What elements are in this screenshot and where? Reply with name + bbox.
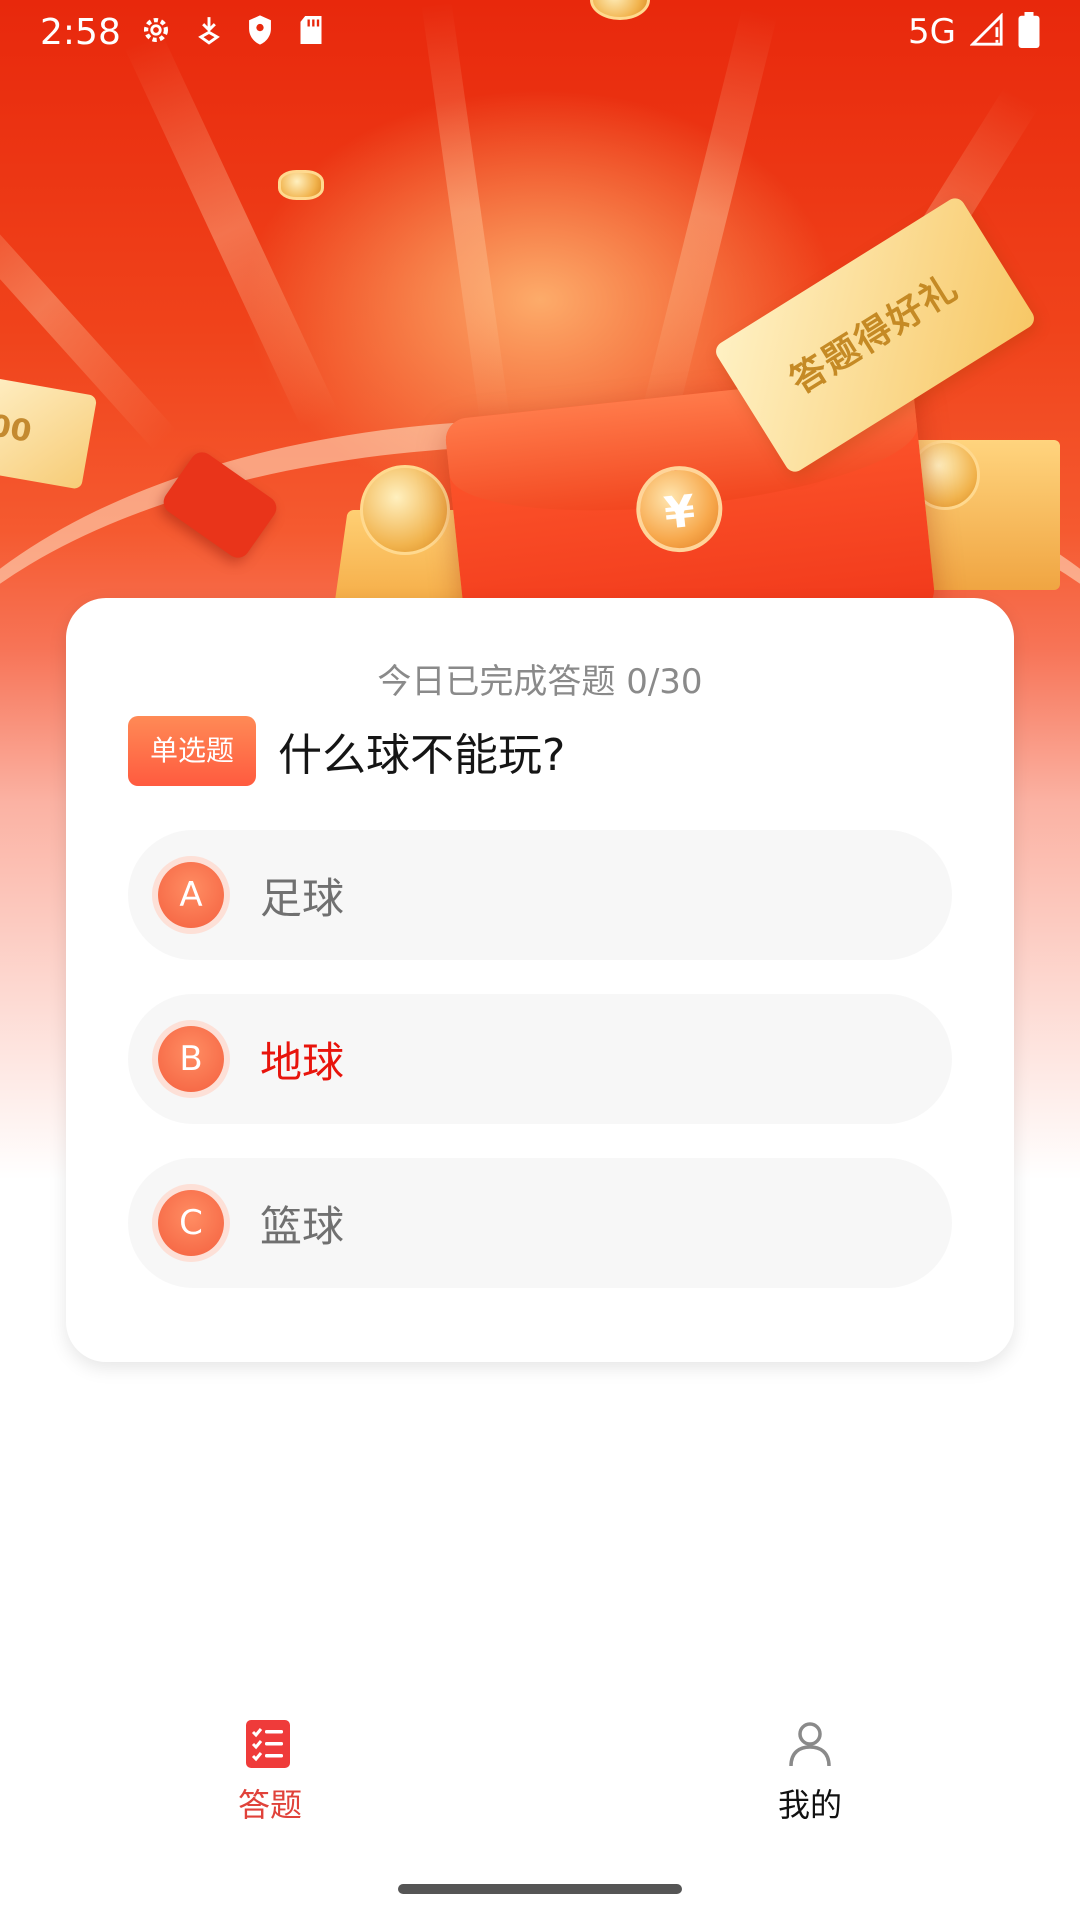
question-type-badge: 单选题 — [128, 716, 256, 786]
shield-icon — [245, 13, 275, 51]
status-time: 2:58 — [40, 11, 121, 53]
signal-icon — [969, 12, 1004, 51]
nav-tab-quiz[interactable]: 答题 — [0, 1700, 540, 1830]
option-letter-a: A — [158, 862, 224, 928]
option-letter-c: C — [158, 1190, 224, 1256]
prize-ticket-text: 答题得好礼 — [783, 266, 967, 403]
download-icon — [195, 13, 223, 51]
option-b[interactable]: B 地球 — [128, 994, 952, 1124]
bottom-nav: 答题 我的 — [0, 1700, 1080, 1830]
network-type: 5G — [908, 12, 956, 52]
status-bar: 2:58 5G — [0, 0, 1080, 64]
option-letter-b: B — [158, 1026, 224, 1092]
nav-label-mine: 我的 — [777, 1786, 842, 1824]
left-ticket: .00 — [0, 375, 98, 490]
gold-coin-icon — [360, 465, 450, 555]
settings-icon — [139, 13, 173, 51]
progress-text: 今日已完成答题 0/30 — [377, 662, 703, 702]
question-row: 单选题 什么球不能玩? — [128, 716, 565, 786]
person-icon — [789, 1722, 831, 1767]
option-label-b: 地球 — [260, 1037, 345, 1087]
quiz-screen: .00 ¥ 答题得好礼 2:58 5G 今日已完成答题 0/30 单选题 什么球… — [0, 0, 1080, 1920]
option-a[interactable]: A 足球 — [128, 830, 952, 960]
left-ticket-text: .00 — [0, 406, 35, 450]
option-label-c: 篮球 — [260, 1201, 345, 1251]
sd-card-icon — [297, 13, 325, 51]
question-card: 今日已完成答题 0/30 单选题 什么球不能玩? A 足球 B 地球 C 篮球 — [66, 598, 1014, 1362]
battery-icon — [1018, 12, 1040, 52]
option-label-a: 足球 — [260, 873, 345, 923]
status-right: 5G — [908, 12, 1040, 52]
nav-tab-mine[interactable]: 我的 — [540, 1700, 1080, 1830]
question-text: 什么球不能玩? — [278, 730, 566, 781]
coin-stack-icon — [278, 170, 324, 200]
option-c[interactable]: C 篮球 — [128, 1158, 952, 1288]
nav-label-quiz: 答题 — [237, 1786, 302, 1824]
checklist-icon — [246, 1720, 290, 1768]
home-indicator[interactable] — [398, 1884, 682, 1894]
